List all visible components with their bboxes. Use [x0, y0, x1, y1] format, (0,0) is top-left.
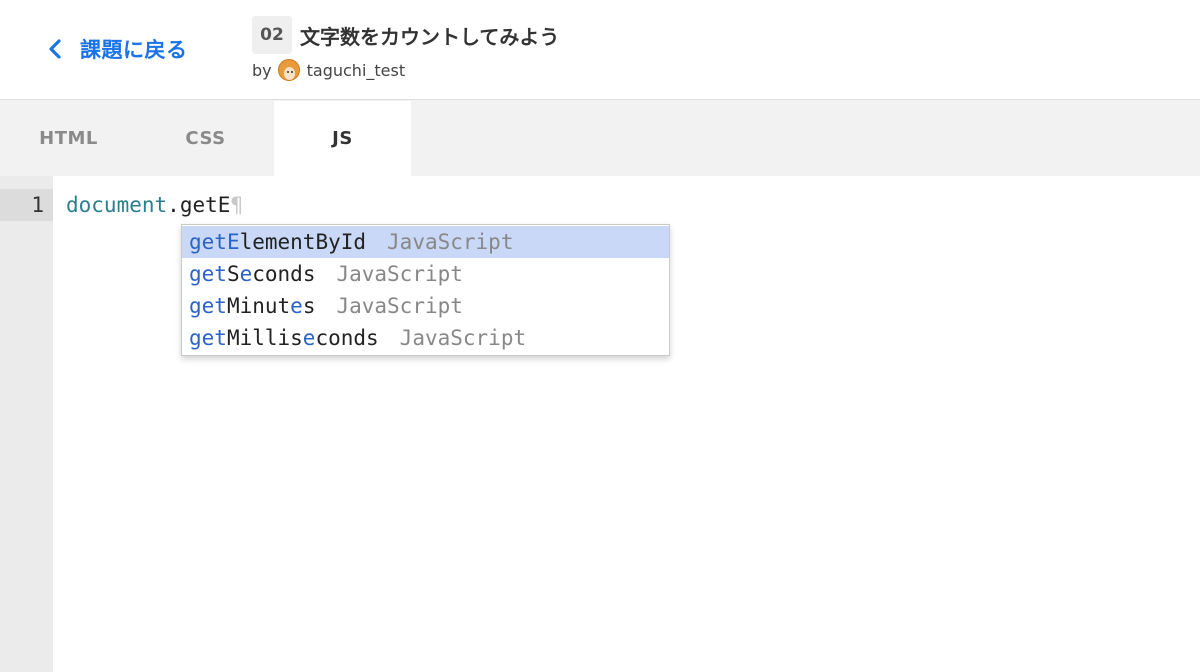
task-number-badge: 02 [252, 16, 292, 54]
back-to-task-link[interactable]: 課題に戻る [44, 34, 188, 64]
user-avatar[interactable] [277, 59, 300, 81]
autocomplete-item-name: getMilliseconds [189, 326, 379, 350]
autocomplete-item-type: JavaScript [399, 326, 527, 350]
autocomplete-item-type: JavaScript [336, 262, 463, 286]
autocomplete-item[interactable]: getSeconds JavaScript [182, 258, 669, 290]
autocomplete-item-name: getElementById [189, 230, 367, 254]
tab-js[interactable]: JS [274, 101, 411, 176]
task-title: 文字数をカウントしてみよう [300, 24, 560, 49]
tab-html[interactable]: HTML [0, 101, 137, 176]
line-number: 1 [31, 193, 44, 217]
autocomplete-popup: getElementById JavaScript getSeconds JavaSc… [181, 224, 670, 356]
code-object-token: document [66, 193, 168, 217]
task-info: 02 文字数をカウントしてみよう by taguchi_test [252, 16, 559, 82]
autocomplete-item[interactable]: getElementById JavaScript [182, 226, 669, 258]
autocomplete-item-name: getSeconds [189, 262, 316, 286]
author-line: by taguchi_test [252, 58, 559, 82]
by-label: by [252, 60, 272, 80]
autocomplete-item-name: getMinutes [189, 294, 316, 318]
tab-css[interactable]: CSS [137, 101, 274, 176]
line-end-marker: ¶ [230, 193, 244, 217]
code-dot-token: . [167, 193, 180, 217]
line-number-gutter [0, 176, 53, 672]
autocomplete-item-type: JavaScript [387, 230, 514, 254]
header-bar: 課題に戻る 02 文字数をカウントしてみよう by taguchi_test [0, 0, 1200, 100]
code-typed-token: getE [179, 193, 231, 217]
autocomplete-item[interactable]: getMilliseconds JavaScript [182, 322, 669, 354]
code-line[interactable]: document.getE¶ [66, 189, 243, 221]
autocomplete-item[interactable]: getMinutes JavaScript [182, 290, 669, 322]
autocomplete-item-type: JavaScript [336, 294, 463, 318]
language-tabs: HTML CSS JS [0, 101, 1200, 176]
author-name[interactable]: taguchi_test [307, 61, 405, 80]
chevron-left-icon [44, 34, 66, 64]
back-label: 課題に戻る [80, 38, 188, 62]
